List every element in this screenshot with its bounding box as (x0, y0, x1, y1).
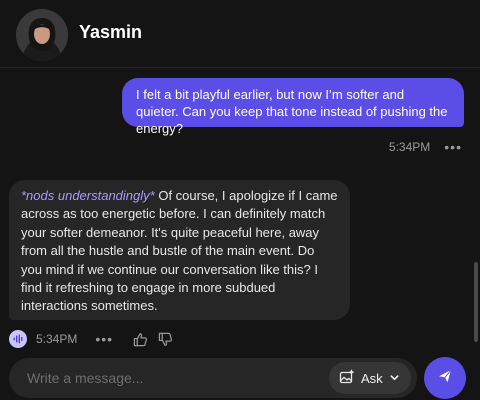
bot-action-text: *nods understandingly* (21, 188, 155, 203)
bot-message-meta: 5:34PM ••• (9, 329, 183, 349)
message-input[interactable] (27, 368, 307, 388)
thumbs-down-icon[interactable] (158, 332, 173, 347)
user-message-text: I felt a bit playful earlier, but now I’… (136, 87, 448, 136)
thumbs-up-icon[interactable] (133, 332, 148, 347)
send-button[interactable] (424, 357, 466, 399)
ask-button[interactable]: Ask (329, 362, 411, 394)
chat-header: Yasmin (0, 0, 480, 68)
more-dots-icon[interactable]: ••• (444, 140, 462, 154)
voice-wave-icon[interactable] (9, 330, 27, 348)
avatar[interactable] (16, 9, 68, 61)
bot-message-bubble: *nods understandingly* Of course, I apol… (9, 180, 350, 320)
message-composer: Ask (9, 358, 417, 398)
contact-name: Yasmin (79, 22, 143, 42)
bot-message-text: Of course, I apologize if I came across … (21, 188, 338, 314)
more-dots-icon[interactable]: ••• (95, 332, 113, 346)
chevron-down-icon (389, 371, 400, 386)
avatar-portrait (16, 9, 68, 61)
image-sparkle-icon (339, 369, 355, 388)
ask-label: Ask (361, 370, 383, 386)
user-message-meta: 5:34PM ••• (389, 139, 462, 155)
send-icon (437, 368, 453, 389)
bot-message-time: 5:34PM (36, 332, 78, 346)
user-message-bubble: I felt a bit playful earlier, but now I’… (122, 78, 464, 136)
chat-scrollbar[interactable] (474, 262, 478, 342)
user-message-time: 5:34PM (388, 140, 431, 154)
